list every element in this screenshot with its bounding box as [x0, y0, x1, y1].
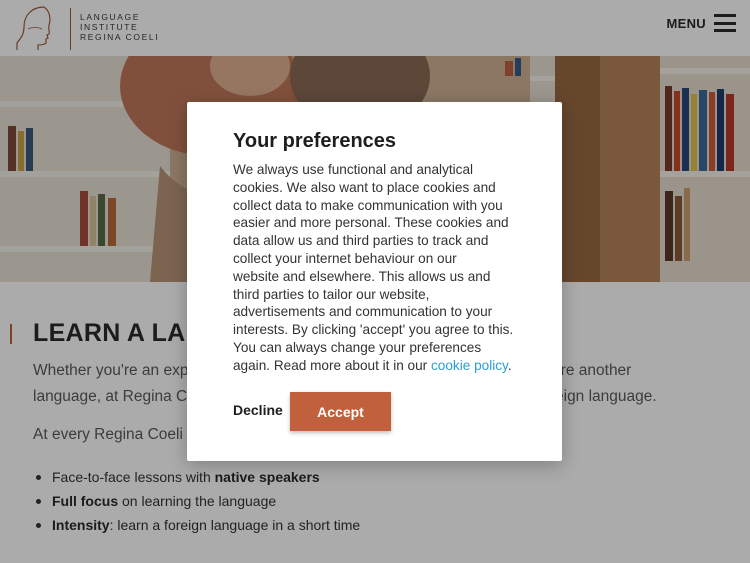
cookie-policy-link[interactable]: cookie policy — [431, 358, 508, 373]
accept-button[interactable]: Accept — [290, 392, 391, 431]
decline-button[interactable]: Decline — [233, 402, 283, 418]
cookie-preferences-dialog: Your preferences We always use functiona… — [187, 102, 562, 461]
dialog-body: We always use functional and analytical … — [233, 162, 514, 373]
dialog-title: Your preferences — [233, 130, 397, 152]
